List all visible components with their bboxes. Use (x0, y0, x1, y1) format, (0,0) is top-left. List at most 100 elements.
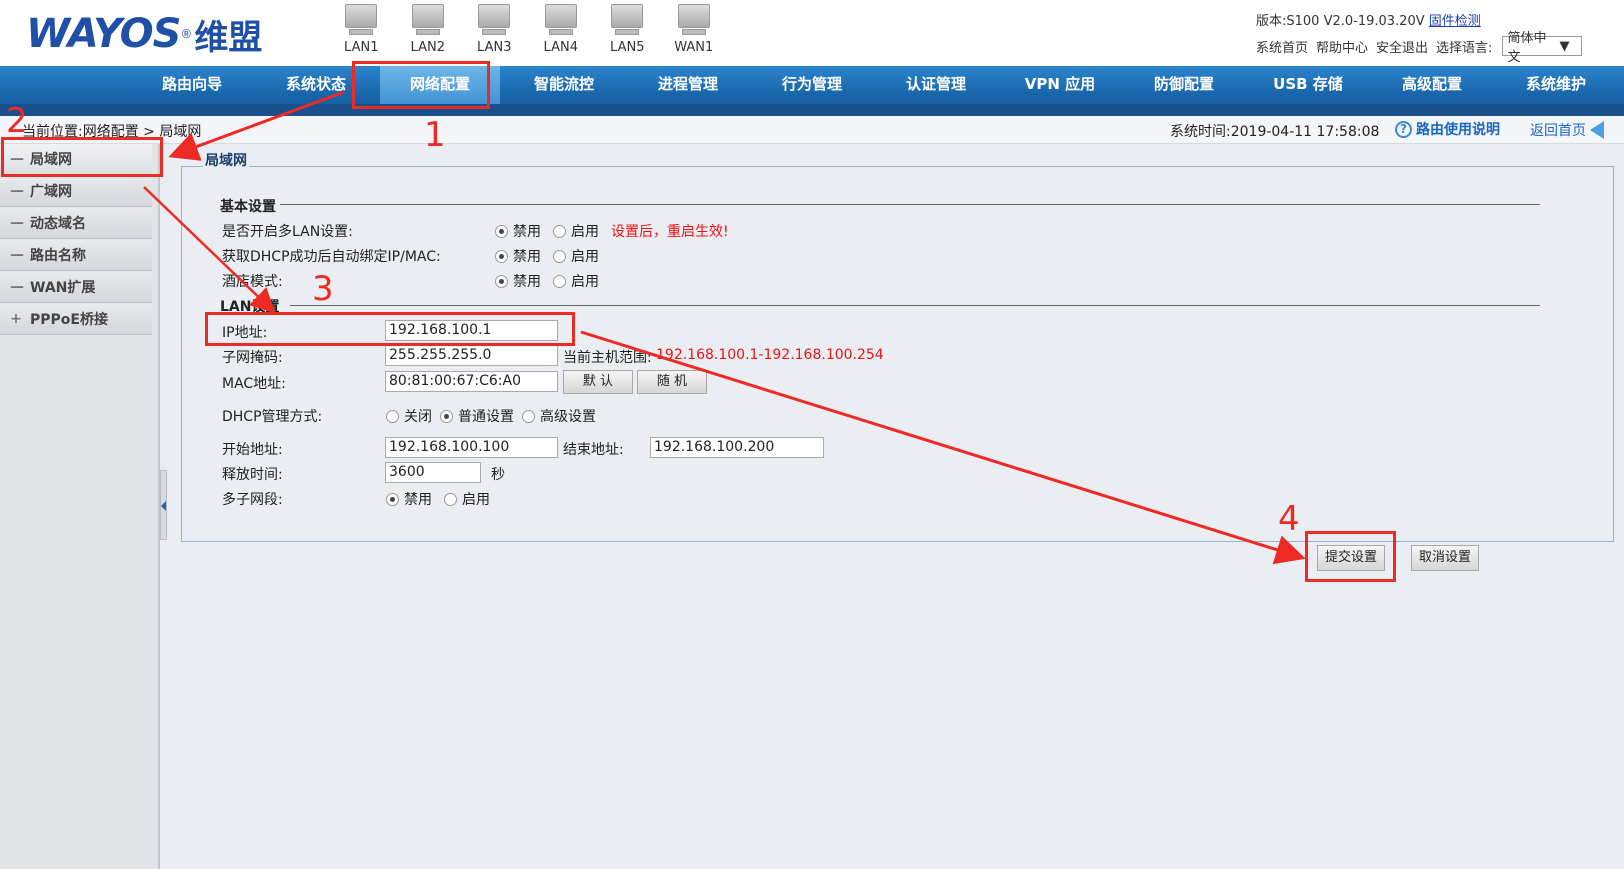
back-home-link[interactable]: 返回首页 (1530, 120, 1604, 140)
radio-icon (386, 409, 399, 423)
start-address-input[interactable]: 192.168.100.100 (385, 437, 558, 458)
nav-behavior-mgmt[interactable]: 行为管理 (752, 66, 872, 102)
sidebar-item-wan-ext[interactable]: — WAN扩展 (0, 272, 152, 303)
mac-label: MAC地址: (222, 376, 286, 392)
radio-label: 禁用 (513, 249, 541, 265)
radio-label: 禁用 (404, 492, 432, 508)
radio-label: 禁用 (513, 274, 541, 290)
multi-lan-radio-group: 禁用 启用 设置后，重启生效! (495, 221, 729, 241)
sidebar-item-label: 广域网 (30, 184, 72, 200)
computer-icon (343, 2, 379, 36)
sidebar-item-pppoe-bridge[interactable]: + PPPoE桥接 (0, 304, 152, 335)
hotel-mode-label: 酒店模式: (222, 274, 283, 290)
port-lan2[interactable]: LAN2 (395, 2, 462, 55)
multi-lan-disable[interactable]: 禁用 (495, 221, 541, 241)
dhcp-mode-normal[interactable]: 普通设置 (440, 406, 514, 426)
back-arrow-icon (1590, 121, 1604, 139)
port-lan4[interactable]: LAN4 (528, 2, 595, 55)
basic-settings-heading: 基本设置 (220, 199, 276, 215)
subnet-mask-input[interactable]: 255.255.255.0 (385, 345, 558, 366)
annotation-number-1: 1 (424, 115, 446, 155)
info-bar: 当前位置:网络配置 > 局域网 系统时间:2019-04-11 17:58:08… (0, 116, 1624, 144)
dhcp-bind-radio-group: 禁用 启用 (495, 246, 611, 266)
minus-icon: — (10, 183, 24, 199)
wayos-logo[interactable]: WAYOS ® 维盟 (26, 11, 263, 58)
logo-reg: ® (180, 27, 193, 41)
version-text: 版本:S100 V2.0-19.03.20V (1256, 14, 1425, 29)
sidebar-item-label: PPPoE桥接 (30, 312, 108, 328)
hotel-mode-enable[interactable]: 启用 (553, 271, 599, 291)
logo-cn: 维盟 (194, 17, 263, 58)
minus-icon: — (10, 279, 24, 295)
nav-auth-mgmt[interactable]: 认证管理 (876, 66, 996, 102)
start-address-label: 开始地址: (222, 442, 283, 458)
hotel-mode-disable[interactable]: 禁用 (495, 271, 541, 291)
dropdown-arrow-icon: ▼ (1559, 38, 1570, 54)
dhcp-bind-enable[interactable]: 启用 (553, 246, 599, 266)
radio-icon (440, 409, 453, 423)
help-center-link[interactable]: 帮助中心 (1316, 37, 1368, 56)
sidebar-item-label: 动态域名 (30, 216, 86, 232)
port-label: LAN2 (410, 40, 445, 55)
multi-subnet-disable[interactable]: 禁用 (386, 489, 432, 509)
end-address-input[interactable]: 192.168.100.200 (650, 437, 824, 458)
port-lan1[interactable]: LAN1 (328, 2, 395, 55)
radio-icon (495, 249, 508, 263)
annotation-number-2: 2 (6, 101, 28, 141)
nav-subbar (0, 104, 1624, 116)
port-lan3[interactable]: LAN3 (461, 2, 528, 55)
radio-label: 启用 (462, 492, 490, 508)
nav-process-mgmt[interactable]: 进程管理 (628, 66, 748, 102)
help-icon: ? (1395, 120, 1412, 138)
sidebar-collapse-handle[interactable] (160, 470, 167, 540)
sidebar-item-ddns[interactable]: — 动态域名 (0, 208, 152, 239)
computer-icon (543, 2, 579, 36)
nav-advanced[interactable]: 高级配置 (1372, 66, 1492, 102)
radio-icon (386, 492, 399, 506)
plus-icon: + (10, 311, 22, 327)
nav-usb-storage[interactable]: USB 存储 (1248, 66, 1368, 102)
multi-subnet-label: 多子网段: (222, 492, 283, 508)
port-lan5[interactable]: LAN5 (594, 2, 661, 55)
router-manual-link[interactable]: ? 路由使用说明 (1395, 119, 1500, 139)
lease-time-label: 释放时间: (222, 467, 283, 483)
home-page-link[interactable]: 系统首页 (1256, 37, 1308, 56)
sidebar-item-wan[interactable]: — 广域网 (0, 176, 152, 207)
sidebar-item-router-name[interactable]: — 路由名称 (0, 240, 152, 271)
radio-icon (522, 409, 535, 423)
radio-icon (553, 224, 566, 238)
mac-address-input[interactable]: 80:81:00:67:C6:A0 (385, 371, 558, 392)
multi-subnet-enable[interactable]: 启用 (444, 489, 490, 509)
dhcp-bind-disable[interactable]: 禁用 (495, 246, 541, 266)
header: WAYOS ® 维盟 LAN1 LAN2 LAN3 LAN4 LAN5 WAN1 版… (0, 0, 1624, 66)
annotation-box-ip (205, 312, 575, 346)
language-select[interactable]: 简体中文 ▼ (1502, 31, 1583, 65)
annotation-number-3: 3 (312, 269, 334, 309)
radio-icon (553, 274, 566, 288)
port-label: LAN1 (344, 40, 379, 55)
panel-title: 局域网 (203, 150, 249, 170)
mac-random-button[interactable]: 随 机 (637, 370, 707, 394)
lease-time-input[interactable]: 3600 (385, 462, 481, 483)
nav-route-wizard[interactable]: 路由向导 (132, 66, 252, 102)
dhcp-mode-label: DHCP管理方式: (222, 409, 323, 425)
nav-maintenance[interactable]: 系统维护 (1496, 66, 1616, 102)
dhcp-mode-off[interactable]: 关闭 (386, 406, 432, 426)
logout-link[interactable]: 安全退出 (1376, 37, 1428, 56)
nav-defense[interactable]: 防御配置 (1124, 66, 1244, 102)
annotation-number-4: 4 (1278, 499, 1300, 539)
dhcp-mode-advanced[interactable]: 高级设置 (522, 406, 596, 426)
language-label: 选择语言: (1436, 40, 1493, 56)
cancel-button[interactable]: 取消设置 (1411, 545, 1479, 571)
mac-default-button[interactable]: 默 认 (563, 370, 633, 394)
radio-label: 启用 (571, 274, 599, 290)
multi-lan-enable[interactable]: 启用 (553, 221, 599, 241)
port-label: WAN1 (674, 40, 714, 55)
firmware-check-link[interactable]: 固件检测 (1429, 14, 1481, 29)
radio-icon (495, 274, 508, 288)
nav-vpn[interactable]: VPN 应用 (1000, 66, 1120, 102)
sidebar-item-label: 路由名称 (30, 248, 86, 264)
port-wan1[interactable]: WAN1 (661, 2, 728, 55)
nav-traffic-control[interactable]: 智能流控 (504, 66, 624, 102)
divider (290, 305, 1540, 306)
